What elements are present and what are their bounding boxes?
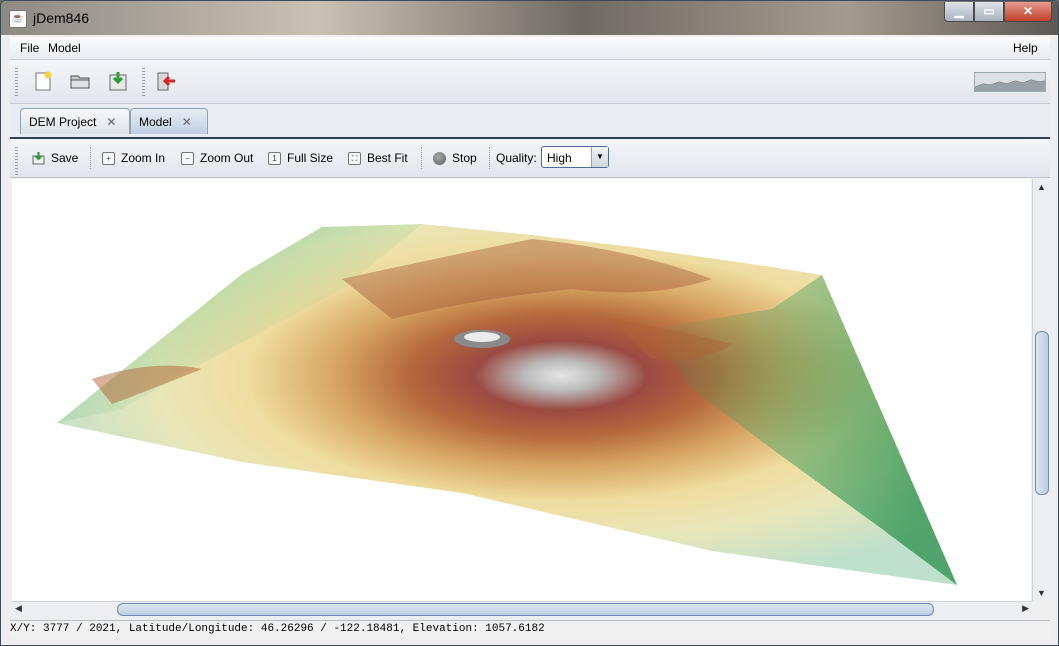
- java-cup-icon: ☕: [9, 10, 27, 28]
- full-size-label: Full Size: [287, 151, 334, 165]
- tab-bar: DEM Project ✕ Model ✕: [10, 104, 1050, 139]
- stop-label: Stop: [452, 151, 477, 165]
- horizontal-scrollbar[interactable]: ◀ ▶: [12, 601, 1032, 617]
- app-window: ☕ jDem846 ▁ ▭ ✕ File Model Help DEM Proj…: [0, 0, 1059, 646]
- menu-help[interactable]: Help: [1013, 41, 1038, 55]
- tab-dem-project[interactable]: DEM Project ✕: [20, 108, 130, 134]
- quality-select[interactable]: High ▼: [541, 146, 609, 168]
- model-toolbar: Save + Zoom In − Zoom Out 1 Full Size ⛶ …: [10, 139, 1050, 178]
- scroll-right-icon[interactable]: ▶: [1022, 603, 1029, 614]
- menu-bar: File Model Help: [10, 37, 1050, 60]
- minimize-button[interactable]: ▁: [944, 2, 974, 22]
- save-button[interactable]: Save: [32, 150, 78, 166]
- zoom-out-label: Zoom Out: [200, 151, 254, 165]
- best-fit-button[interactable]: ⛶ Best Fit: [348, 150, 408, 166]
- main-toolbar: [10, 60, 1050, 104]
- stop-button[interactable]: Stop: [433, 150, 477, 166]
- zoom-out-icon: −: [181, 151, 194, 165]
- zoom-in-button[interactable]: + Zoom In: [102, 150, 165, 166]
- close-button[interactable]: ✕: [1004, 2, 1052, 22]
- scroll-down-icon[interactable]: ▼: [1037, 588, 1046, 598]
- vertical-scroll-thumb[interactable]: [1035, 331, 1049, 495]
- tab-model[interactable]: Model ✕: [130, 108, 208, 134]
- tab-label: Model: [139, 115, 172, 129]
- quality-label: Quality:: [496, 151, 537, 165]
- zoom-in-label: Zoom In: [121, 151, 166, 165]
- zoom-in-icon: +: [102, 151, 115, 165]
- save-download-icon[interactable]: [107, 70, 129, 92]
- vertical-scrollbar[interactable]: ▲ ▼: [1032, 179, 1050, 601]
- stop-icon: [433, 151, 446, 165]
- full-size-button[interactable]: 1 Full Size: [268, 150, 333, 166]
- toolbar-separator: [489, 147, 491, 169]
- horizontal-scroll-thumb[interactable]: [117, 603, 934, 616]
- save-label: Save: [51, 151, 79, 165]
- window-controls: ▁ ▭ ✕: [944, 2, 1052, 22]
- full-size-icon: 1: [268, 151, 281, 165]
- terrain-render: [57, 224, 957, 585]
- crater-rim: [464, 332, 500, 342]
- window-title: jDem846: [33, 10, 90, 26]
- exit-icon[interactable]: [155, 70, 177, 92]
- toolbar-separator: [421, 147, 423, 169]
- best-fit-icon: ⛶: [348, 151, 361, 165]
- status-bar: X/Y: 3777 / 2021, Latitude/Longitude: 46…: [10, 620, 1050, 638]
- model-viewport[interactable]: [12, 179, 1031, 601]
- scroll-left-icon[interactable]: ◀: [15, 603, 22, 614]
- tab-label: DEM Project: [29, 115, 97, 129]
- maximize-button[interactable]: ▭: [974, 2, 1004, 22]
- close-tab-icon[interactable]: ✕: [106, 115, 116, 129]
- open-folder-icon[interactable]: [69, 70, 91, 92]
- zoom-out-button[interactable]: − Zoom Out: [181, 150, 253, 166]
- status-text: X/Y: 3777 / 2021, Latitude/Longitude: 46…: [10, 623, 545, 635]
- toolbar-separator: [90, 147, 92, 169]
- toolbar-separator: [142, 68, 145, 96]
- best-fit-label: Best Fit: [367, 151, 408, 165]
- save-icon: [32, 151, 45, 164]
- close-tab-icon[interactable]: ✕: [182, 115, 192, 129]
- menu-file[interactable]: File: [20, 41, 39, 55]
- title-bar[interactable]: ☕ jDem846 ▁ ▭ ✕: [1, 1, 1058, 35]
- quality-value: High: [547, 151, 572, 165]
- scroll-up-icon[interactable]: ▲: [1037, 182, 1046, 192]
- dropdown-arrow-icon[interactable]: ▼: [591, 147, 608, 167]
- new-project-icon[interactable]: [32, 70, 54, 92]
- memory-graph-icon: [974, 72, 1046, 92]
- toolbar-grip[interactable]: [15, 147, 18, 175]
- menu-model[interactable]: Model: [48, 41, 81, 55]
- toolbar-grip[interactable]: [15, 68, 18, 96]
